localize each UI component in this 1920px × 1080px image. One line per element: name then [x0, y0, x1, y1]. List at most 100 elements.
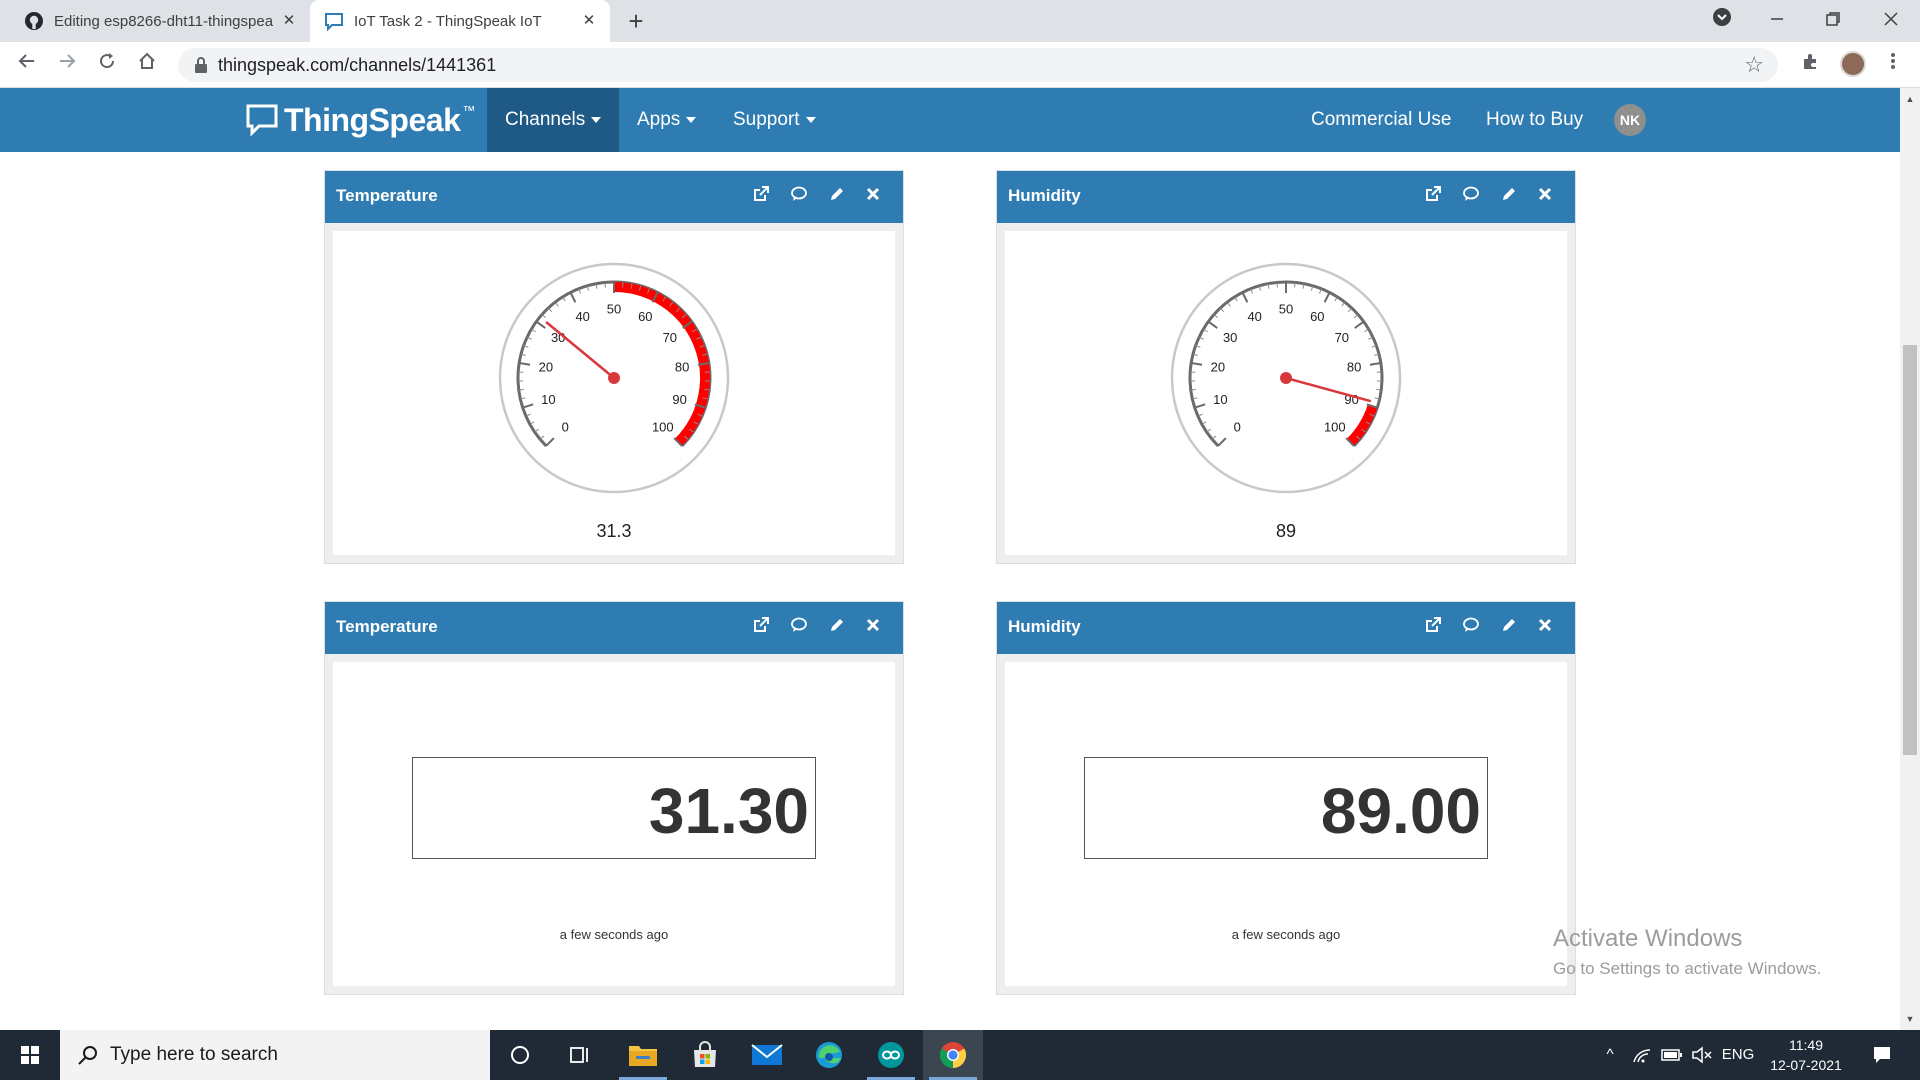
- gauge-tick-label: 10: [1213, 392, 1227, 407]
- cortana-icon[interactable]: [490, 1030, 550, 1080]
- task-view-icon[interactable]: [550, 1030, 610, 1080]
- tab-thingspeak[interactable]: IoT Task 2 - ThingSpeak IoT ✕: [310, 0, 610, 42]
- close-tab-icon[interactable]: ✕: [280, 12, 298, 30]
- close-icon[interactable]: [861, 616, 885, 640]
- scroll-up-icon[interactable]: ▲: [1903, 92, 1917, 106]
- thingspeak-logo[interactable]: ThingSpeak ™: [246, 102, 475, 138]
- caret-down-icon: [805, 116, 816, 123]
- pencil-icon[interactable]: [825, 616, 849, 640]
- nav-channels[interactable]: Channels: [487, 88, 620, 152]
- numeric-display: 31.30: [412, 757, 816, 859]
- numeric-panel: 31.30 a few seconds ago: [333, 662, 895, 986]
- gauge-tick-label: 0: [1234, 419, 1241, 434]
- widget-header: Humidity: [997, 171, 1575, 223]
- notifications-icon[interactable]: [1864, 1030, 1900, 1080]
- widget-title: Temperature: [336, 617, 438, 636]
- pencil-icon[interactable]: [1497, 616, 1521, 640]
- arduino-icon[interactable]: [861, 1030, 921, 1080]
- pencil-icon[interactable]: [1497, 185, 1521, 209]
- store-icon[interactable]: [675, 1030, 735, 1080]
- nav-how-to-buy[interactable]: How to Buy: [1468, 88, 1601, 152]
- battery-icon[interactable]: [1658, 1030, 1686, 1080]
- profile-avatar[interactable]: [1840, 51, 1866, 77]
- gauge-tick-label: 100: [1324, 419, 1346, 434]
- gauge-tick-label: 80: [675, 360, 689, 375]
- network-icon[interactable]: [1628, 1030, 1656, 1080]
- url-text: thingspeak.com/channels/1441361: [218, 55, 497, 75]
- widget-temperature-numeric: Temperature 31.30 a few seconds ago: [324, 601, 904, 995]
- nav-how-to-buy-label: How to Buy: [1486, 109, 1584, 130]
- clock-date: 12-07-2021: [1770, 1057, 1842, 1073]
- external-link-icon[interactable]: [749, 616, 773, 640]
- gauge-tick-label: 70: [1335, 330, 1349, 345]
- close-icon[interactable]: [861, 185, 885, 209]
- nav-apps-label: Apps: [637, 109, 681, 130]
- scroll-down-icon[interactable]: ▼: [1903, 1012, 1917, 1026]
- widget-header: Temperature: [325, 171, 903, 223]
- file-explorer-icon[interactable]: [613, 1030, 673, 1080]
- nav-support-label: Support: [733, 109, 800, 130]
- nav-apps[interactable]: Apps: [619, 88, 714, 152]
- edge-browser-icon[interactable]: [799, 1030, 859, 1080]
- windows-start-icon[interactable]: [0, 1030, 60, 1080]
- windows-taskbar: Type here to search ^ ENG 11:49 12-07-20…: [0, 1030, 1920, 1080]
- close-window-icon[interactable]: [1876, 6, 1906, 36]
- chrome-icon[interactable]: [923, 1030, 983, 1080]
- widget-humidity-gauge: Humidity 0 10 20 30 40 50 60 70 80 90 100 89: [996, 170, 1576, 564]
- widget-header: Temperature: [325, 602, 903, 654]
- comment-icon[interactable]: [787, 616, 811, 640]
- last-updated-text: a few seconds ago: [559, 927, 669, 942]
- external-link-icon[interactable]: [1421, 185, 1445, 209]
- new-tab-button[interactable]: +: [622, 8, 650, 36]
- omnibox[interactable]: thingspeak.com/channels/1441361 ☆: [178, 48, 1778, 82]
- close-icon[interactable]: [1533, 185, 1557, 209]
- gauge-tick-label: 40: [1247, 309, 1261, 324]
- nav-support[interactable]: Support: [715, 88, 834, 152]
- user-avatar[interactable]: NK: [1614, 104, 1646, 136]
- back-icon[interactable]: [12, 50, 42, 80]
- watermark-title: Activate Windows: [1553, 925, 1743, 952]
- comment-icon[interactable]: [787, 185, 811, 209]
- widget-temperature-gauge: Temperature 0 10 20 30 40 50 60 70 80 90 100 31.3: [324, 170, 904, 564]
- more-menu-icon[interactable]: [1878, 50, 1908, 80]
- gauge-tick-label: 50: [607, 302, 621, 317]
- taskbar-search[interactable]: Type here to search: [60, 1030, 490, 1080]
- mail-icon[interactable]: [737, 1030, 797, 1080]
- external-link-icon[interactable]: [749, 185, 773, 209]
- volume-muted-icon[interactable]: [1688, 1030, 1716, 1080]
- nav-commercial-use-label: Commercial Use: [1311, 109, 1452, 130]
- nav-commercial-use[interactable]: Commercial Use: [1293, 88, 1469, 152]
- widget-title: Humidity: [1008, 186, 1081, 205]
- comment-icon[interactable]: [1459, 185, 1483, 209]
- gauge-minor-tick: [1190, 388, 1196, 391]
- language-indicator[interactable]: ENG: [1718, 1030, 1758, 1080]
- tab-title: IoT Task 2 - ThingSpeak IoT: [354, 12, 542, 30]
- close-icon[interactable]: [1533, 616, 1557, 640]
- scrollbar-thumb[interactable]: [1903, 345, 1917, 755]
- bookmark-star-icon[interactable]: ☆: [1744, 52, 1764, 78]
- extensions-icon[interactable]: [1796, 50, 1826, 80]
- tab-search-icon[interactable]: [1707, 6, 1737, 36]
- gauge-minor-tick: [518, 388, 524, 391]
- gauge-tick-label: 10: [541, 392, 555, 407]
- restore-icon[interactable]: [1818, 6, 1848, 36]
- close-tab-icon[interactable]: ✕: [580, 12, 598, 30]
- home-icon[interactable]: [132, 50, 162, 80]
- gauge-tick-label: 60: [638, 309, 652, 324]
- browser-tab-bar: Editing esp8266-dht11-thingspeak ✕ IoT T…: [0, 0, 1920, 42]
- external-link-icon[interactable]: [1421, 616, 1445, 640]
- minimize-icon[interactable]: [1762, 6, 1792, 36]
- widget-title: Temperature: [336, 186, 438, 205]
- caret-down-icon: [591, 116, 602, 123]
- gauge-minor-tick: [1376, 388, 1382, 391]
- reload-icon[interactable]: [92, 50, 122, 80]
- taskbar-clock[interactable]: 11:49 12-07-2021: [1768, 1035, 1844, 1075]
- gauge-panel: 0 10 20 30 40 50 60 70 80 90 100 89: [1005, 231, 1567, 555]
- comment-icon[interactable]: [1459, 616, 1483, 640]
- forward-icon[interactable]: [52, 50, 82, 80]
- widget-humidity-numeric: Humidity 89.00 a few seconds ago: [996, 601, 1576, 995]
- show-hidden-icons-icon[interactable]: ^: [1596, 1030, 1624, 1080]
- gauge-tick-label: 20: [1211, 360, 1225, 375]
- tab-github-editing[interactable]: Editing esp8266-dht11-thingspeak ✕: [10, 0, 310, 42]
- pencil-icon[interactable]: [825, 185, 849, 209]
